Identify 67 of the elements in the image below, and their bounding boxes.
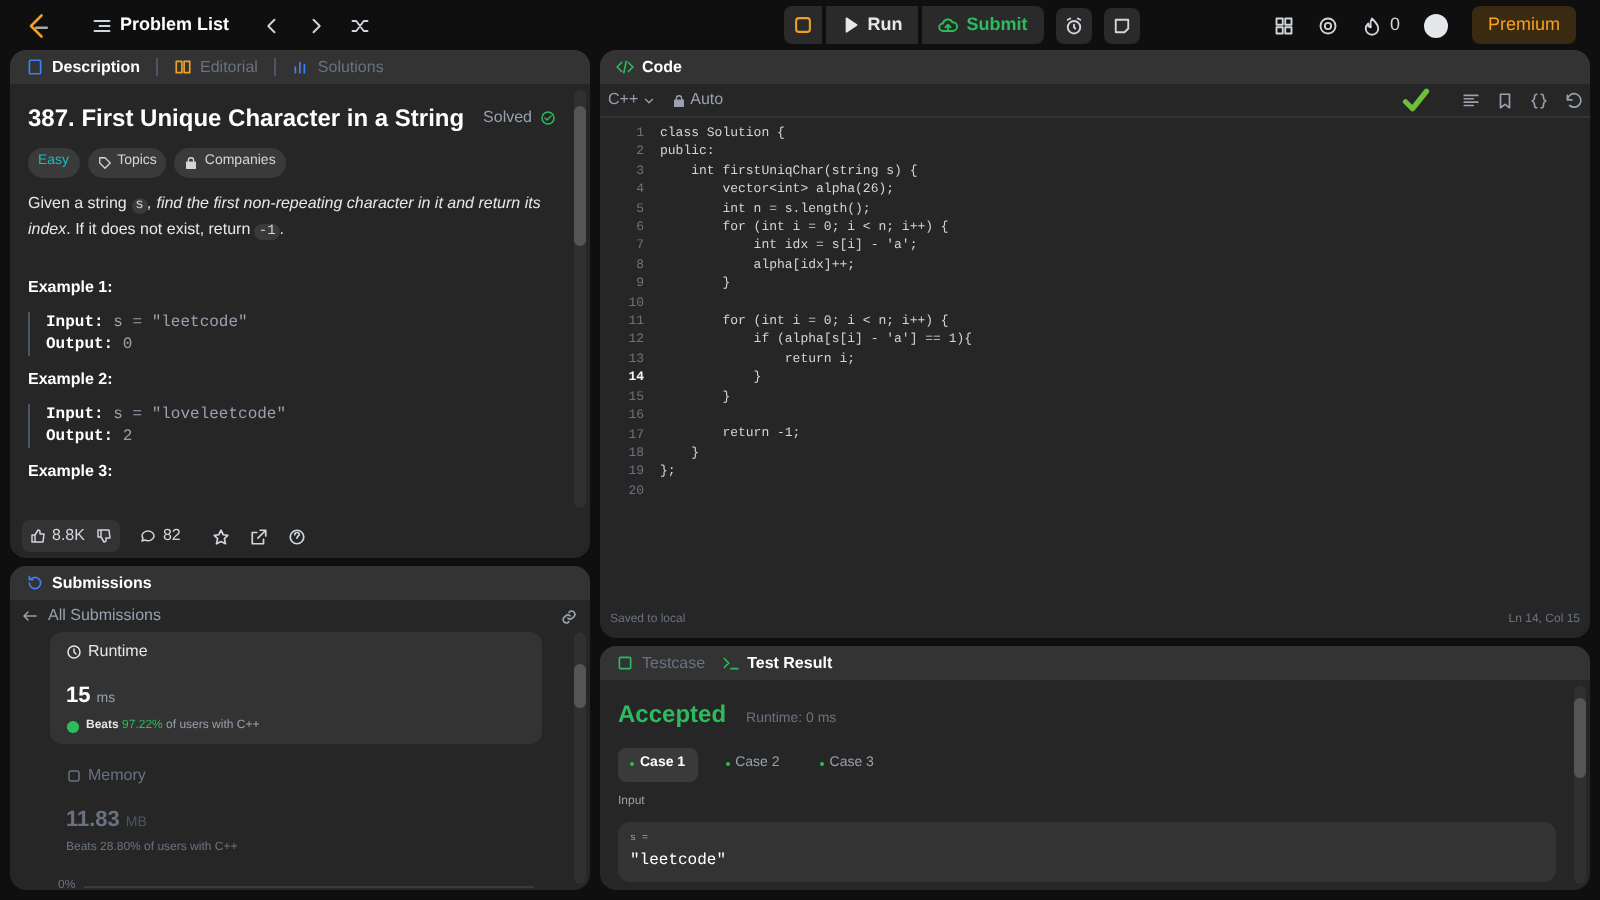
book-icon [174, 58, 193, 76]
layout-icon[interactable] [1273, 15, 1294, 35]
chat-bubble-icon [140, 528, 157, 544]
tab[interactable]: Test Result [721, 651, 833, 675]
list-icon [92, 15, 112, 35]
help-icon[interactable] [288, 527, 307, 545]
check-circle-icon [540, 110, 556, 126]
checkbox-icon [616, 654, 634, 672]
comments-button[interactable]: 82 [140, 524, 181, 548]
back-link[interactable]: All Submissions [22, 604, 161, 628]
panel-title: Code [642, 55, 682, 79]
tab[interactable]: Description [26, 55, 141, 79]
memory-label: Memory [88, 763, 146, 787]
runtime-label: Runtime [88, 640, 148, 664]
memory-value: 11.83 [66, 805, 120, 835]
lock-icon [184, 155, 199, 170]
play-icon [841, 16, 860, 34]
flame-icon[interactable] [1361, 15, 1382, 35]
scrollbar[interactable] [574, 90, 586, 508]
example-heading: Example 1: [28, 275, 115, 299]
example-heading: Example 3: [28, 459, 115, 483]
streak-count: 0 [1389, 11, 1400, 38]
note-icon[interactable] [1103, 7, 1140, 43]
auto-mode-label: Auto [690, 88, 724, 112]
thumbs-up-icon [30, 528, 46, 544]
example-output-text: Output: 0 [46, 333, 135, 355]
problem-list-button[interactable]: Problem List [92, 11, 230, 39]
thumbs-down-icon[interactable] [96, 528, 113, 544]
language-dropdown[interactable]: C++ [608, 88, 657, 112]
bookmark-icon[interactable] [1496, 91, 1514, 109]
document-icon [26, 58, 44, 76]
alarm-clock-icon[interactable] [1055, 7, 1092, 43]
arrow-left-icon [22, 608, 38, 624]
code-icon [616, 58, 634, 76]
example-heading: Example 2: [28, 367, 115, 391]
lock-icon [672, 93, 687, 107]
result-status: Accepted [618, 698, 727, 732]
scrollbar[interactable] [574, 632, 586, 884]
example-input-text: Input: s = "leetcode" [46, 311, 250, 333]
tag-icon [97, 155, 112, 170]
settings-icon[interactable] [1317, 15, 1338, 35]
chevron-down-icon [642, 93, 657, 107]
run-button[interactable]: Run [825, 6, 919, 44]
runtime-value: 15 [66, 682, 91, 712]
avatar[interactable] [1423, 13, 1448, 37]
braces-icon[interactable] [1530, 91, 1548, 109]
share-icon[interactable] [250, 527, 269, 545]
submit-button[interactable]: Submit [922, 6, 1044, 44]
undo-icon[interactable] [1564, 91, 1582, 109]
example-output-text: Output: 2 [46, 425, 135, 447]
format-icon[interactable] [1462, 91, 1480, 109]
history-icon [26, 574, 44, 592]
logo-icon[interactable] [24, 11, 52, 39]
cloud-upload-icon [938, 15, 959, 35]
checkmark-icon [1402, 86, 1430, 114]
input-value: "leetcode" [630, 850, 729, 874]
shuffle-icon[interactable] [349, 15, 370, 35]
premium-button[interactable]: Premium [1471, 6, 1576, 44]
link-icon[interactable] [560, 607, 578, 625]
solved-status: Solved [483, 106, 532, 130]
star-icon[interactable] [212, 527, 231, 545]
terminal-icon [721, 654, 740, 672]
clock-icon [66, 644, 82, 660]
problem-title: 387. First Unique Character in a String [28, 102, 465, 136]
panel-title: Submissions [52, 571, 152, 595]
example-input-text: Input: s = "loveleetcode" [46, 403, 289, 425]
scrollbar[interactable] [1574, 686, 1586, 884]
